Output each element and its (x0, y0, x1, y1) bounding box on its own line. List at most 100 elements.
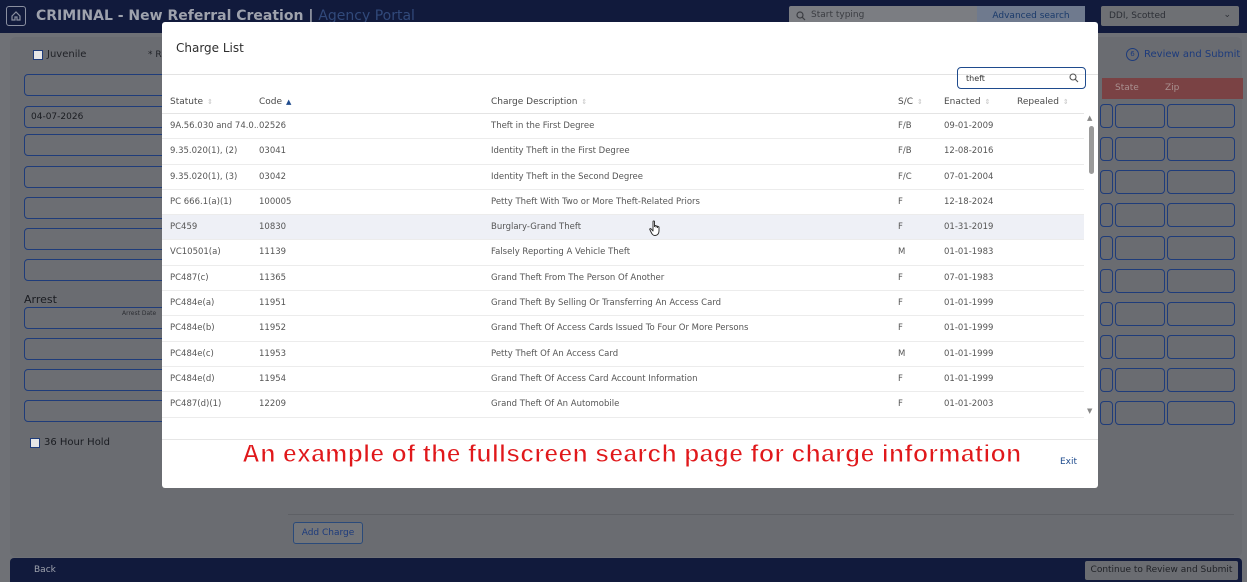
state-input[interactable] (1115, 203, 1165, 227)
table-row[interactable]: PC484e(a) 11951 Grand Theft By Selling O… (162, 291, 1084, 317)
cell-statute: PC484e(b) (170, 323, 215, 334)
modal-title: Charge List (176, 41, 244, 55)
cell-enacted: 01-01-1999 (944, 348, 994, 359)
cell-description: Identity Theft in the First Degree (491, 146, 630, 157)
state-input[interactable] (1115, 137, 1165, 161)
table-row[interactable]: PC484e(d) 11954 Grand Theft Of Access Ca… (162, 367, 1084, 393)
checkbox-box[interactable] (30, 437, 40, 448)
table-row[interactable]: PC484e(c) 11953 Petty Theft Of An Access… (162, 342, 1084, 367)
zip-input[interactable] (1167, 368, 1235, 392)
cell-input[interactable] (1100, 302, 1113, 326)
home-button[interactable] (6, 6, 26, 26)
state-input[interactable] (1115, 104, 1165, 128)
continue-button[interactable]: Continue to Review and Submit (1085, 561, 1238, 580)
zip-input[interactable] (1167, 170, 1235, 194)
table-row[interactable]: PC 666.1(a)(1) 100005 Petty Theft With T… (162, 190, 1084, 216)
sort-icon: ⇕ (207, 98, 213, 106)
cell-description: Petty Theft Of An Access Card (491, 348, 619, 359)
cell-sc: F (898, 298, 903, 309)
search-icon[interactable] (1069, 73, 1079, 83)
col-code[interactable]: Code ▲ (259, 97, 291, 107)
col-sc[interactable]: S/C ⇕ (898, 97, 923, 107)
table-row[interactable]: 9.35.020(1), (2) 03041 Identity Theft in… (162, 139, 1084, 165)
scrollbar-thumb[interactable] (1089, 126, 1094, 174)
cell-input[interactable] (1100, 203, 1113, 227)
form-field[interactable] (24, 400, 166, 422)
form-field[interactable] (24, 228, 166, 250)
scroll-up-icon[interactable]: ▲ (1087, 114, 1092, 122)
exit-button[interactable]: Exit (1060, 457, 1077, 467)
table-row[interactable]: VC10501(a) 11139 Falsely Reporting A Veh… (162, 240, 1084, 266)
zip-input[interactable] (1167, 104, 1235, 128)
state-input[interactable] (1115, 170, 1165, 194)
form-field[interactable] (24, 134, 166, 156)
col-repealed[interactable]: Repealed ⇕ (1017, 97, 1069, 107)
juvenile-label: Juvenile (47, 49, 87, 60)
cell-statute: PC487(d)(1) (170, 399, 222, 410)
form-field[interactable] (24, 259, 166, 281)
form-field[interactable] (24, 166, 166, 188)
table-row[interactable]: PC484e(b) 11952 Grand Theft Of Access Ca… (162, 316, 1084, 342)
state-input[interactable] (1115, 335, 1165, 359)
col-statute-label: Statute (170, 97, 204, 107)
cell-input[interactable] (1100, 104, 1113, 128)
table-row[interactable]: PC487(d)(1) 12209 Grand Theft Of An Auto… (162, 392, 1084, 418)
form-field[interactable] (24, 197, 166, 219)
cell-input[interactable] (1100, 335, 1113, 359)
hold-checkbox[interactable]: 36 Hour Hold (30, 437, 110, 448)
zip-input[interactable] (1167, 302, 1235, 326)
zip-input[interactable] (1167, 137, 1235, 161)
cell-statute: PC459 (170, 222, 198, 233)
zip-input[interactable] (1167, 203, 1235, 227)
state-input[interactable] (1115, 368, 1165, 392)
table-row[interactable]: PC487(c) 11365 Grand Theft From The Pers… (162, 266, 1084, 292)
scroll-down-icon[interactable]: ▼ (1087, 407, 1092, 415)
juvenile-checkbox[interactable]: Juvenile (33, 49, 86, 60)
col-enacted-label: Enacted (944, 97, 981, 107)
cell-enacted: 01-31-2019 (944, 222, 994, 233)
cell-input[interactable] (1100, 236, 1113, 260)
back-button[interactable]: Back (34, 565, 56, 575)
sort-icon: ⇕ (581, 98, 588, 106)
cell-statute: 9.35.020(1), (2) (170, 146, 238, 157)
cell-input[interactable] (1100, 269, 1113, 293)
state-input[interactable] (1115, 401, 1165, 425)
table-row-hovered[interactable]: PC459 10830 Burglary-Grand Theft F 01-31… (162, 215, 1084, 241)
form-field[interactable] (24, 74, 166, 96)
cell-input[interactable] (1100, 368, 1113, 392)
cell-input[interactable] (1100, 137, 1113, 161)
col-description[interactable]: Charge Description ⇕ (491, 97, 587, 107)
cell-enacted: 07-01-1983 (944, 272, 994, 283)
state-input[interactable] (1115, 236, 1165, 260)
cell-description: Grand Theft Of Access Card Account Infor… (491, 373, 698, 384)
user-name: DDI, Scotted (1109, 11, 1166, 21)
arrest-heading: Arrest (24, 293, 57, 306)
charge-list-modal: Charge List Statute⇕ Code▲ Charge Descri… (162, 22, 1098, 488)
col-code-label: Code (259, 97, 283, 107)
cell-input[interactable] (1100, 170, 1113, 194)
cell-code: 12209 (259, 399, 287, 410)
cell-code: 11953 (259, 348, 287, 359)
col-enacted[interactable]: Enacted ⇕ (944, 97, 991, 107)
table-row[interactable]: 9.35.020(1), (3) 03042 Identity Theft in… (162, 165, 1084, 190)
scrollbar[interactable]: ▲ ▼ (1086, 114, 1096, 418)
state-input[interactable] (1115, 269, 1165, 293)
col-statute[interactable]: Statute ⇕ (170, 97, 213, 107)
review-submit-step[interactable]: 6 Review and Submit (1126, 48, 1240, 61)
zip-input[interactable] (1167, 335, 1235, 359)
add-charge-button[interactable]: Add Charge (293, 522, 363, 544)
table-row[interactable]: 9A.56.030 and 74.0... 02526 Theft in the… (162, 114, 1084, 140)
user-dropdown[interactable]: DDI, Scotted ⌄ (1101, 6, 1239, 26)
state-input[interactable] (1115, 302, 1165, 326)
cell-input[interactable] (1100, 401, 1113, 425)
form-field[interactable] (24, 338, 166, 360)
charge-search-input[interactable] (958, 68, 1085, 88)
sort-icon: ⇕ (917, 98, 923, 106)
checkbox-box[interactable] (33, 49, 43, 60)
zip-input[interactable] (1167, 401, 1235, 425)
date-field[interactable]: 04-07-2026 (24, 106, 166, 128)
zip-input[interactable] (1167, 236, 1235, 260)
charge-search-box[interactable] (957, 67, 1086, 89)
form-field[interactable] (24, 369, 166, 391)
zip-input[interactable] (1167, 269, 1235, 293)
